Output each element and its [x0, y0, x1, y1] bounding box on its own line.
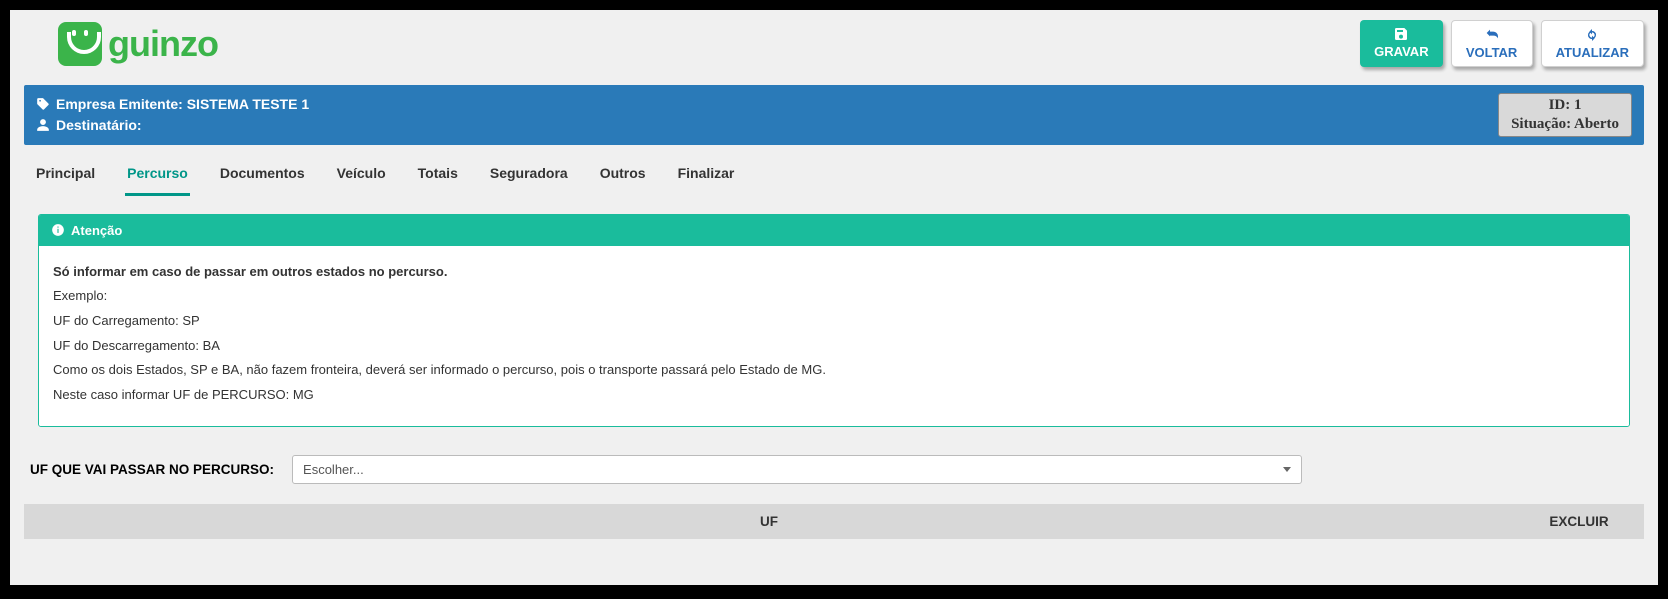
alert-body: Só informar em caso de passar em outros …: [39, 246, 1629, 426]
app-frame: guinzo GRAVAR VOLTAR ATUALIZAR Empresa E…: [6, 6, 1662, 589]
tab-finalizar[interactable]: Finalizar: [676, 159, 737, 196]
tab-seguradora[interactable]: Seguradora: [488, 159, 570, 196]
alert-header: Atenção: [39, 215, 1629, 246]
info-header-right: ID: 1 Situação: Aberto: [1498, 93, 1632, 137]
alert-line-3: UF do Carregamento: SP: [53, 309, 1615, 334]
uf-table-header: UF EXCLUIR: [24, 504, 1644, 539]
uf-select-value: Escolher...: [303, 462, 364, 477]
voltar-label: VOLTAR: [1466, 45, 1518, 60]
top-bar: guinzo GRAVAR VOLTAR ATUALIZAR: [24, 18, 1644, 67]
gravar-label: GRAVAR: [1374, 44, 1428, 59]
tab-veiculo[interactable]: Veículo: [335, 159, 388, 196]
alert-line-4: UF do Descarregamento: BA: [53, 334, 1615, 359]
uf-percurso-row: UF QUE VAI PASSAR NO PERCURSO: Escolher.…: [24, 427, 1644, 484]
refresh-icon: [1583, 27, 1601, 43]
user-icon: [36, 118, 50, 132]
tab-bar: Principal Percurso Documentos Veículo To…: [24, 145, 1644, 196]
alert-title: Atenção: [71, 223, 122, 238]
col-excluir: EXCLUIR: [1514, 504, 1644, 539]
alert-line-2: Exemplo:: [53, 284, 1615, 309]
id-value: 1: [1574, 97, 1582, 113]
col-uf: UF: [24, 504, 1514, 539]
logo-text: guinzo: [108, 23, 218, 65]
uf-percurso-select[interactable]: Escolher...: [292, 455, 1302, 484]
situacao-label: Situação:: [1511, 116, 1571, 132]
atualizar-button[interactable]: ATUALIZAR: [1541, 20, 1644, 67]
back-icon: [1483, 27, 1501, 43]
situacao-value: Aberto: [1574, 116, 1619, 132]
info-header: Empresa Emitente: SISTEMA TESTE 1 Destin…: [24, 85, 1644, 145]
gravar-button[interactable]: GRAVAR: [1360, 20, 1442, 67]
tab-principal[interactable]: Principal: [34, 159, 97, 196]
tag-icon: [36, 97, 50, 111]
chevron-down-icon: [1283, 467, 1291, 472]
save-icon: [1392, 26, 1410, 42]
tab-totais[interactable]: Totais: [416, 159, 460, 196]
alert-line-6: Neste caso informar UF de PERCURSO: MG: [53, 383, 1615, 408]
logo-icon: [58, 22, 102, 66]
info-header-left: Empresa Emitente: SISTEMA TESTE 1 Destin…: [36, 94, 309, 136]
tab-percurso[interactable]: Percurso: [125, 159, 190, 196]
id-label: ID:: [1549, 97, 1571, 113]
action-buttons: GRAVAR VOLTAR ATUALIZAR: [1360, 18, 1644, 67]
tab-outros[interactable]: Outros: [598, 159, 648, 196]
atualizar-label: ATUALIZAR: [1556, 45, 1629, 60]
logo: guinzo: [24, 18, 218, 66]
alert-box: Atenção Só informar em caso de passar em…: [38, 214, 1630, 427]
info-icon: [51, 223, 65, 237]
destinatario-label: Destinatário:: [56, 117, 142, 133]
alert-line-5: Como os dois Estados, SP e BA, não fazem…: [53, 358, 1615, 383]
alert-line-1: Só informar em caso de passar em outros …: [53, 260, 1615, 285]
tab-documentos[interactable]: Documentos: [218, 159, 307, 196]
empresa-label: Empresa Emitente:: [56, 96, 183, 112]
empresa-value: SISTEMA TESTE 1: [187, 96, 309, 112]
uf-percurso-label: UF QUE VAI PASSAR NO PERCURSO:: [30, 462, 274, 477]
voltar-button[interactable]: VOLTAR: [1451, 20, 1533, 67]
